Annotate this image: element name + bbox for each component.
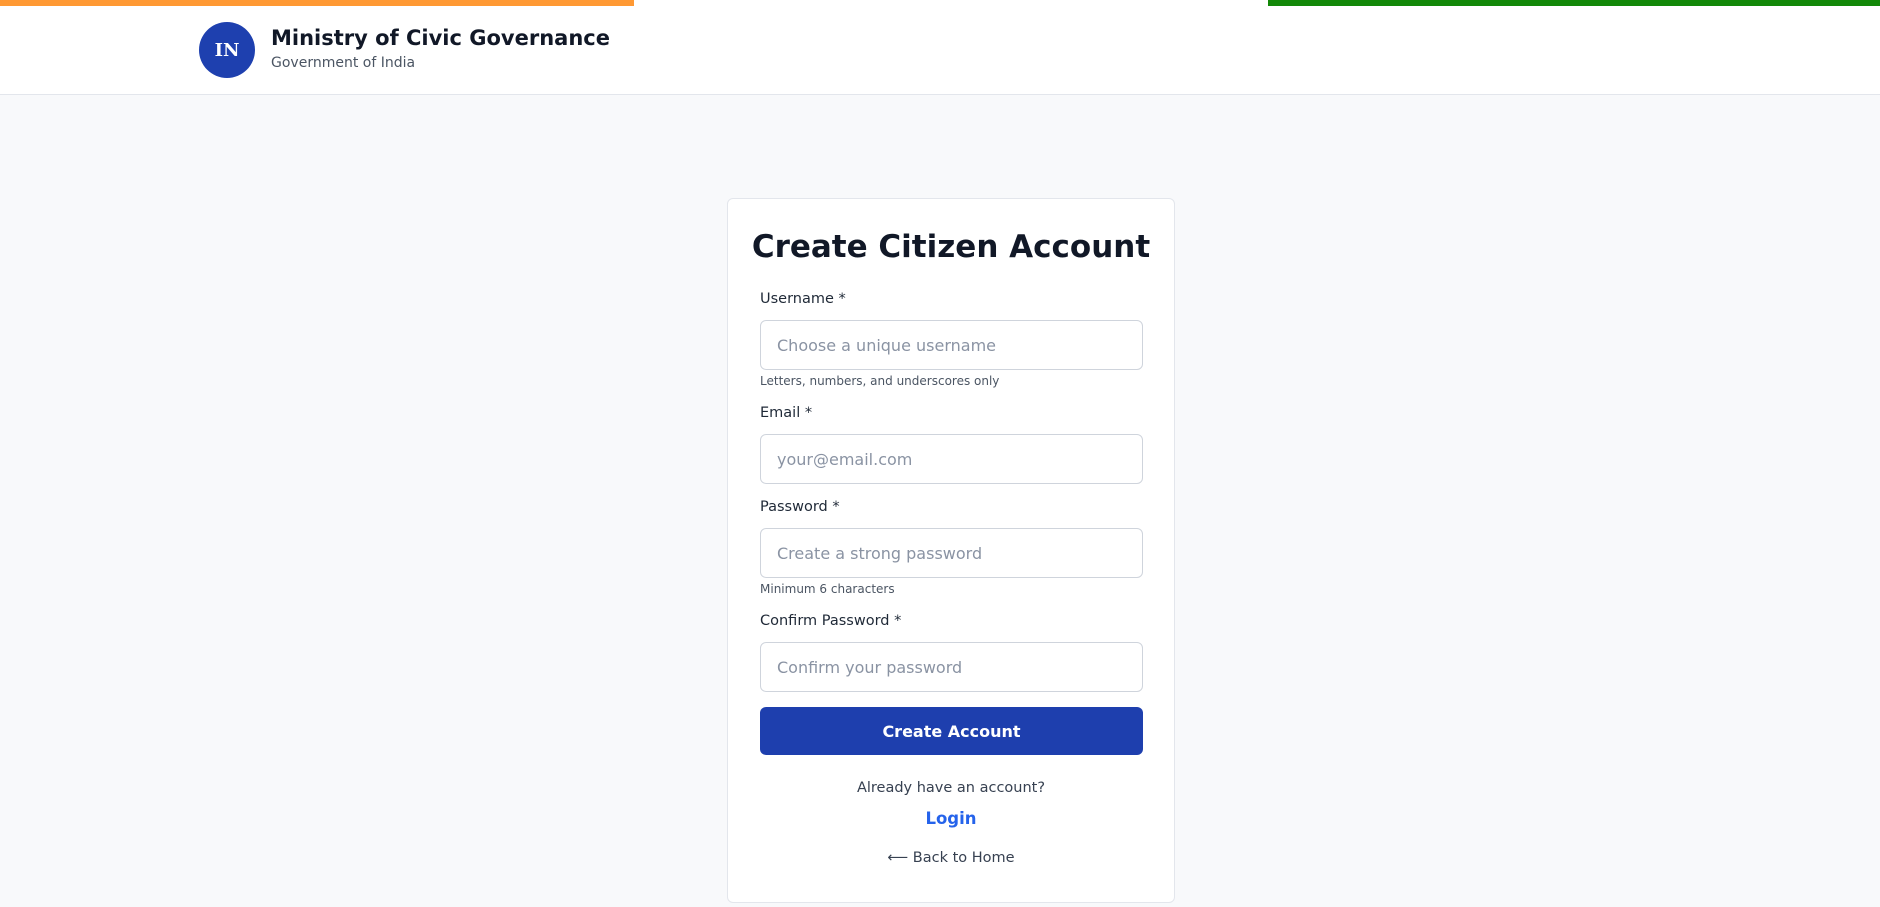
already-account-text: Already have an account? [856, 780, 1046, 796]
back-to-home-link[interactable]: ⟵ Back to Home [728, 850, 1174, 866]
create-account-button[interactable]: Create Account [760, 707, 1143, 755]
login-link[interactable]: Login [728, 809, 1174, 828]
ministry-name[interactable]: Ministry of Civic Governance [271, 26, 610, 50]
signup-card: Create Citizen Account Username * Letter… [727, 198, 1175, 903]
page-title: Create Citizen Account [751, 229, 1151, 265]
username-input[interactable] [760, 320, 1143, 370]
username-label: Username * [760, 291, 846, 307]
government-subtitle: Government of India [271, 55, 416, 71]
email-input[interactable] [760, 434, 1143, 484]
password-label: Password * [760, 499, 840, 515]
confirm-password-input[interactable] [760, 642, 1143, 692]
emblem-logo: IN [199, 22, 255, 78]
password-hint: Minimum 6 characters [760, 582, 895, 596]
email-label: Email * [760, 405, 813, 421]
confirm-password-label: Confirm Password * [760, 613, 902, 629]
password-input[interactable] [760, 528, 1143, 578]
site-header: IN Ministry of Civic Governance Governme… [0, 6, 1880, 95]
username-hint: Letters, numbers, and underscores only [760, 374, 1000, 388]
